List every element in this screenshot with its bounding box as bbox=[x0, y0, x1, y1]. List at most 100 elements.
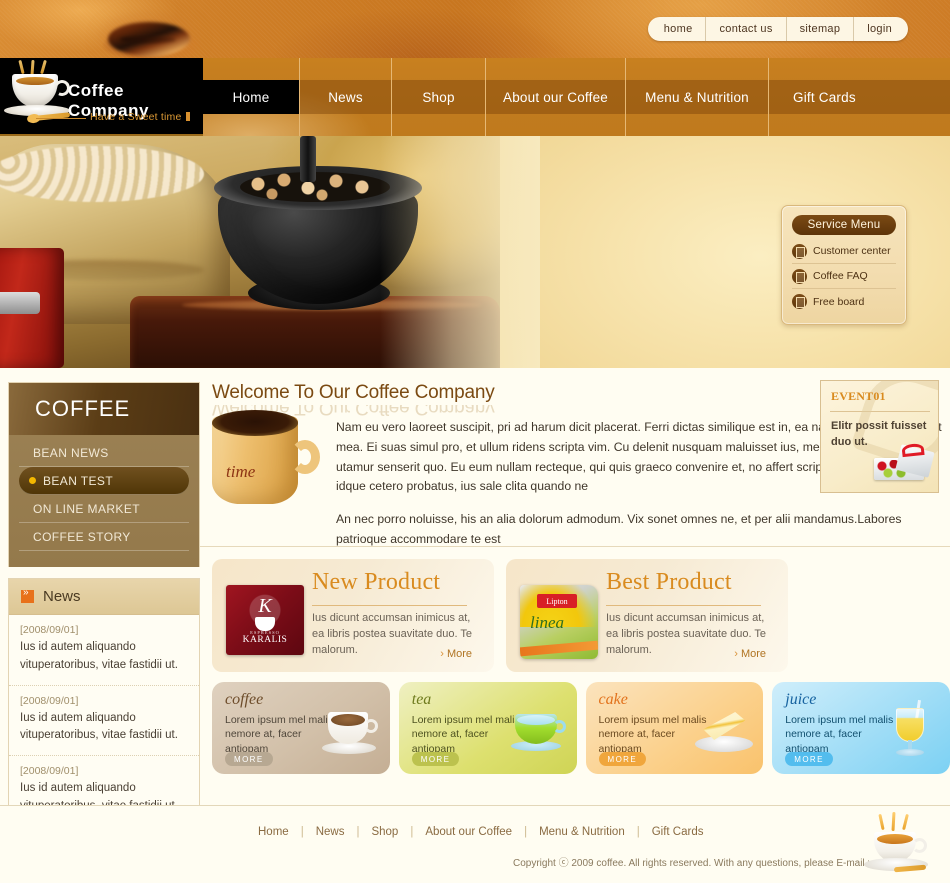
mug-word: time bbox=[226, 462, 256, 481]
red-tin-image bbox=[0, 248, 64, 368]
category-card-juice[interactable]: juice Lorem ipsum mel malis nemore at, f… bbox=[772, 682, 950, 774]
footer-nav-menu-nutrition[interactable]: Menu & Nutrition bbox=[527, 826, 637, 838]
footer-nav-news[interactable]: News bbox=[304, 826, 357, 838]
news-item-text: Ius id autem aliquando vituperatoribus, … bbox=[20, 641, 178, 671]
service-menu-item-label: Coffee FAQ bbox=[813, 270, 868, 282]
product-panels-row: K ESPRESSO KARALIS New Product Ius dicun… bbox=[200, 380, 950, 672]
service-menu-box: Service Menu Customer center Coffee FAQ … bbox=[781, 205, 907, 325]
page-footer: Home | News | Shop | About our Coffee | … bbox=[0, 805, 950, 883]
new-product-panel: K ESPRESSO KARALIS New Product Ius dicun… bbox=[212, 559, 494, 672]
lipton-package-image: Lipton linea bbox=[520, 585, 598, 659]
lipton-linea-text: linea bbox=[530, 613, 564, 632]
utility-nav-sitemap[interactable]: sitemap bbox=[787, 17, 855, 41]
sidebar-item-bean-news[interactable]: BEAN NEWS bbox=[19, 439, 189, 467]
service-menu-item-free-board[interactable]: Free board bbox=[792, 289, 896, 314]
category-more-button[interactable]: MORE bbox=[785, 752, 833, 766]
category-card-text: Lorem ipsum mel malis nemore at, facer a… bbox=[411, 714, 520, 755]
main-navigation-bar: Coffee Company Have a Sweet time Home Ne… bbox=[0, 58, 950, 136]
best-product-title: Best Product bbox=[606, 569, 732, 595]
footer-navigation: Home | News | Shop | About our Coffee | … bbox=[246, 826, 715, 838]
category-card-text: Lorem ipsum mel malis nemore at, facer a… bbox=[785, 714, 894, 755]
document-icon bbox=[792, 268, 807, 284]
new-product-rule bbox=[312, 605, 467, 606]
news-box-header: News bbox=[9, 579, 199, 615]
karalis-monogram: K bbox=[258, 595, 272, 617]
sidebar-category-header: COFFEE bbox=[9, 383, 199, 435]
sidebar-item-label: BEAN TEST bbox=[43, 473, 114, 488]
karalis-cup-icon bbox=[255, 617, 275, 631]
service-menu-item-customer-center[interactable]: Customer center bbox=[792, 239, 896, 264]
sidebar-item-label: ON LINE MARKET bbox=[33, 501, 140, 516]
coffee-cup-icon bbox=[12, 74, 58, 107]
coffee-mug-image: time bbox=[208, 410, 320, 510]
news-list-item[interactable]: [2008/09/01] Ius id autem aliquando vitu… bbox=[9, 615, 199, 686]
category-card-tea[interactable]: tea Lorem ipsum mel malis nemore at, fac… bbox=[398, 682, 577, 774]
lipton-orange-stripe bbox=[520, 640, 598, 657]
event-box[interactable]: EVENT01 Elitr possit fuisset duo ut. bbox=[820, 380, 939, 493]
karalis-brand-name: ESPRESSO KARALIS bbox=[226, 630, 304, 645]
category-more-button[interactable]: MORE bbox=[598, 752, 647, 766]
footer-nav-home[interactable]: Home bbox=[246, 826, 301, 838]
utility-nav-contact-us[interactable]: contact us bbox=[706, 17, 787, 41]
sidebar-category-list: BEAN NEWS BEAN TEST ON LINE MARKET COFFE… bbox=[9, 435, 199, 567]
cake-slice-illustration bbox=[695, 704, 754, 756]
nav-item-gift-cards[interactable]: Gift Cards bbox=[769, 58, 950, 136]
sidebar-item-label: COFFEE STORY bbox=[33, 529, 131, 544]
nav-item-gift-cards-label: Gift Cards bbox=[793, 89, 856, 105]
juice-glass-illustration bbox=[882, 699, 940, 756]
footer-coffee-cup-image bbox=[854, 811, 940, 876]
karalis-brand-main: KARALIS bbox=[242, 635, 288, 645]
nav-item-about-our-coffee[interactable]: About our Coffee bbox=[486, 58, 626, 136]
nav-item-shop[interactable]: Shop bbox=[392, 58, 486, 136]
service-menu-title: Service Menu bbox=[792, 215, 896, 235]
logo-tagline-rule bbox=[36, 118, 86, 119]
news-item-date: [2008/09/01] bbox=[20, 765, 79, 778]
event-title: EVENT01 bbox=[831, 389, 886, 403]
copyright-text: Copyright ⓒ 2009 coffee. All rights rese… bbox=[513, 858, 878, 869]
lipton-brand-badge: Lipton bbox=[537, 594, 577, 608]
site-logo[interactable]: Coffee Company Have a Sweet time bbox=[0, 58, 203, 136]
nav-item-news[interactable]: News bbox=[300, 58, 392, 136]
new-product-title: New Product bbox=[312, 569, 441, 595]
nav-item-menu-nutrition[interactable]: Menu & Nutrition bbox=[626, 58, 769, 136]
welcome-paragraph-2: An nec porro noluisse, his an alia dolor… bbox=[336, 512, 902, 546]
main-content: Welcome To Our Coffee Company Welcome To… bbox=[200, 368, 950, 774]
handle-shape bbox=[363, 719, 378, 733]
new-product-more-link[interactable]: More bbox=[440, 648, 472, 660]
news-box: News [2008/09/01] Ius id autem aliquando… bbox=[8, 578, 200, 827]
footer-nav-gift-cards[interactable]: Gift Cards bbox=[640, 826, 716, 838]
footer-nav-shop[interactable]: Shop bbox=[359, 826, 410, 838]
grinder-crank-shaft bbox=[300, 136, 316, 182]
new-product-thumbnail: K ESPRESSO KARALIS bbox=[226, 585, 304, 655]
category-more-button[interactable]: MORE bbox=[411, 752, 460, 766]
best-product-more-link[interactable]: More bbox=[734, 648, 766, 660]
news-item-text: Ius id autem aliquando vituperatoribus, … bbox=[20, 711, 178, 742]
category-more-button[interactable]: MORE bbox=[225, 752, 273, 766]
tea-cup-illustration bbox=[509, 704, 567, 756]
sidebar-item-on-line-market[interactable]: ON LINE MARKET bbox=[19, 495, 189, 523]
news-list-item[interactable]: [2008/09/01] Ius id autem aliquando vitu… bbox=[9, 686, 199, 757]
sidebar: COFFEE BEAN NEWS BEAN TEST ON LINE MARKE… bbox=[8, 382, 200, 827]
document-icon bbox=[792, 294, 807, 309]
service-menu-item-coffee-faq[interactable]: Coffee FAQ bbox=[792, 264, 896, 289]
glass-shape bbox=[896, 708, 924, 742]
category-card-coffee[interactable]: coffee Lorem ipsum mel malis nemore at, … bbox=[212, 682, 390, 774]
utility-navigation[interactable]: home contact us sitemap login bbox=[647, 17, 908, 41]
karalis-package-image: K ESPRESSO KARALIS bbox=[226, 585, 304, 655]
primary-nav: Home News Shop About our Coffee Menu & N… bbox=[203, 58, 950, 136]
footer-nav-about-our-coffee[interactable]: About our Coffee bbox=[413, 826, 524, 838]
nav-item-home[interactable]: Home bbox=[203, 58, 300, 136]
logo-tagline-dot bbox=[186, 112, 190, 121]
service-menu-item-label: Free board bbox=[813, 295, 865, 308]
gift-box-image bbox=[868, 442, 935, 486]
category-card-cake[interactable]: cake Lorem ipsum mel malis nemore at, fa… bbox=[585, 682, 764, 774]
coffee-cup-illustration bbox=[321, 704, 380, 756]
glass-foot bbox=[896, 749, 924, 756]
sidebar-item-coffee-story[interactable]: COFFEE STORY bbox=[19, 523, 189, 551]
category-card-text: Lorem ipsum mel malis nemore at, facer a… bbox=[598, 714, 707, 755]
utility-nav-login[interactable]: login bbox=[854, 17, 905, 41]
sidebar-item-bean-test[interactable]: BEAN TEST bbox=[19, 467, 189, 495]
active-bullet-icon bbox=[29, 477, 36, 484]
page-root: home contact us sitemap login Coffee Com… bbox=[0, 0, 950, 883]
utility-nav-home[interactable]: home bbox=[651, 17, 707, 41]
